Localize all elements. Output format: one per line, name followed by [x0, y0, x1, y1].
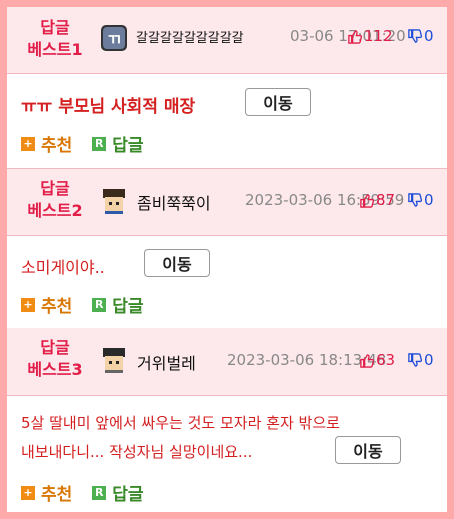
rank-label: 답글 베스트1 — [27, 18, 83, 59]
downvote-count: 0 — [424, 351, 434, 369]
move-button[interactable]: 이동 — [245, 88, 311, 116]
avatar[interactable]: ㄲ — [99, 23, 129, 53]
svg-text:ㄲ: ㄲ — [107, 30, 122, 49]
rank-label: 답글 베스트2 — [27, 179, 83, 220]
upvote-count: 112 — [364, 27, 393, 45]
reply-icon: R — [92, 485, 107, 500]
plus-icon: + — [21, 485, 35, 500]
upvote-button[interactable]: 112 — [347, 27, 393, 45]
move-button[interactable]: 이동 — [144, 249, 210, 277]
reply-title[interactable]: ㅠㅠ 부모님 사회적 매장 — [21, 92, 195, 117]
reply-title-line2[interactable]: 내보내다니... 작성자님 실망이네요... — [21, 441, 252, 462]
thumbs-down-icon — [408, 352, 422, 367]
post-header: 답글 베스트2 좀비쭉쭉이 2023-03-06 16:59:59 87 0 — [7, 168, 447, 236]
reply-actions: + 추천 R 답글 — [21, 292, 144, 317]
reply-icon: R — [92, 297, 107, 312]
thumbs-up-icon — [360, 353, 374, 368]
upvote-count: 63 — [376, 351, 396, 369]
reply-actions: + 추천 R 답글 — [21, 131, 144, 156]
downvote-button[interactable]: 0 — [407, 27, 434, 45]
plus-icon: + — [21, 297, 35, 312]
plus-icon: + — [21, 136, 35, 151]
downvote-button[interactable]: 0 — [407, 351, 434, 369]
reply-button[interactable]: R 답글 — [92, 292, 144, 317]
nickname[interactable]: 거위벌레 — [137, 350, 196, 374]
avatar[interactable] — [99, 345, 129, 375]
downvote-count: 0 — [424, 191, 434, 209]
upvote-count: 87 — [376, 191, 396, 209]
best-replies-panel: 답글 베스트1 ㄲ 갈갈갈갈갈갈갈갈갈 03-06 17:01:20 112 0… — [7, 7, 447, 512]
reply-button[interactable]: R 답글 — [92, 480, 144, 505]
reply-title[interactable]: 소미게이야.. — [21, 254, 105, 278]
recommend-button[interactable]: + 추천 — [21, 131, 72, 156]
thumbs-down-icon — [408, 192, 422, 207]
nickname[interactable]: 좀비쭉쭉이 — [137, 190, 211, 214]
thumbs-up-icon — [360, 193, 374, 208]
upvote-button[interactable]: 63 — [359, 351, 395, 369]
rank-label: 답글 베스트3 — [27, 338, 83, 379]
avatar[interactable] — [99, 186, 129, 216]
thumbs-up-icon — [348, 29, 362, 44]
downvote-button[interactable]: 0 — [407, 191, 434, 209]
thumbs-down-icon — [408, 28, 422, 43]
move-button[interactable]: 이동 — [335, 436, 401, 464]
post-header: 답글 베스트3 거위벌레 2023-03-06 18:13:48 63 0 — [7, 328, 447, 396]
downvote-count: 0 — [424, 27, 434, 45]
upvote-button[interactable]: 87 — [359, 191, 395, 209]
recommend-button[interactable]: + 추천 — [21, 292, 72, 317]
reply-actions: + 추천 R 답글 — [21, 480, 144, 505]
reply-button[interactable]: R 답글 — [92, 131, 144, 156]
recommend-button[interactable]: + 추천 — [21, 480, 72, 505]
reply-title-line1[interactable]: 5살 딸내미 앞에서 싸우는 것도 모자라 혼자 밖으로 — [21, 412, 340, 433]
reply-icon: R — [92, 136, 107, 151]
post-header: 답글 베스트1 ㄲ 갈갈갈갈갈갈갈갈갈 03-06 17:01:20 112 0 — [7, 7, 447, 74]
nickname[interactable]: 갈갈갈갈갈갈갈갈갈 — [136, 27, 244, 46]
